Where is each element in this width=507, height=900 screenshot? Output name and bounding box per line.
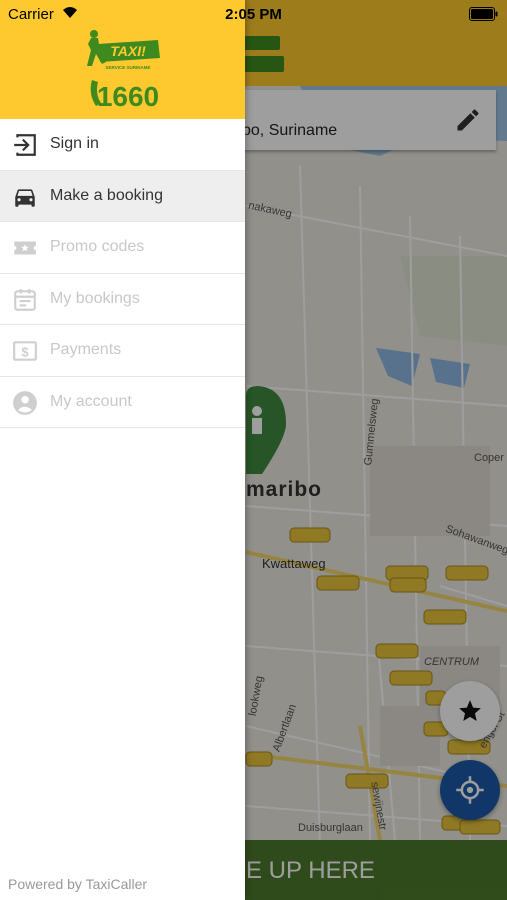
favorites-button[interactable] <box>440 681 500 741</box>
address-value: bo, Suriname <box>242 122 338 139</box>
menu-item-label: My bookings <box>50 289 140 307</box>
account-icon <box>13 390 37 415</box>
edit-pencil-icon[interactable] <box>454 106 482 134</box>
ticket-icon <box>14 241 36 255</box>
menu-item-label: My account <box>50 392 132 410</box>
my-location-button[interactable] <box>440 760 500 820</box>
status-bar: Carrier 2:05 PM <box>0 0 507 28</box>
menu-item-label: Sign in <box>50 135 99 152</box>
sign-in-icon <box>14 134 36 156</box>
pickup-label: E UP HERE <box>246 857 375 884</box>
map-street-label: CENTRUM <box>424 656 479 668</box>
car-icon <box>15 188 35 207</box>
calendar-icon <box>14 288 36 311</box>
menu-item-my-bookings[interactable]: My bookings <box>0 274 245 325</box>
address-bar[interactable]: bo, Suriname <box>228 90 496 150</box>
logo-text: TAXI! <box>110 43 146 59</box>
menu-item-make-booking[interactable]: Make a booking <box>0 170 245 222</box>
dollar-icon: $ <box>13 341 37 361</box>
menu-item-payments[interactable]: $ Payments <box>0 325 245 377</box>
logo-phone: 1660 <box>97 81 159 112</box>
map-street-label: Duisburglaan <box>298 822 363 834</box>
star-icon <box>459 700 481 721</box>
map-city-label: maribo <box>246 478 323 501</box>
menu-item-label: Promo codes <box>50 238 145 255</box>
svg-text:$: $ <box>21 344 29 359</box>
menu-item-label: Payments <box>50 341 122 358</box>
powered-by-label: Powered by TaxiCaller <box>8 876 148 892</box>
taxi-logo-icon: TAXI! SERVICE SURINAME 1660 <box>87 30 160 112</box>
navigation-drawer: TAXI! SERVICE SURINAME 1660 Sign in Make… <box>0 0 245 900</box>
menu-item-my-account[interactable]: My account <box>0 377 245 428</box>
battery-icon <box>469 7 498 21</box>
logo-subtext: SERVICE SURINAME <box>106 65 151 70</box>
map-street-label: Kwattaweg <box>262 556 326 571</box>
menu-item-sign-in[interactable]: Sign in <box>0 119 245 171</box>
map-street-label: Coper <box>474 452 504 464</box>
location-pin-icon <box>246 386 286 474</box>
status-time: 2:05 PM <box>225 6 282 23</box>
menu-item-label: Make a booking <box>50 186 163 204</box>
drawer-menu: Sign in Make a booking Promo codes My bo… <box>0 119 245 428</box>
menu-item-promo-codes[interactable]: Promo codes <box>0 222 245 274</box>
crosshair-icon <box>456 776 484 804</box>
